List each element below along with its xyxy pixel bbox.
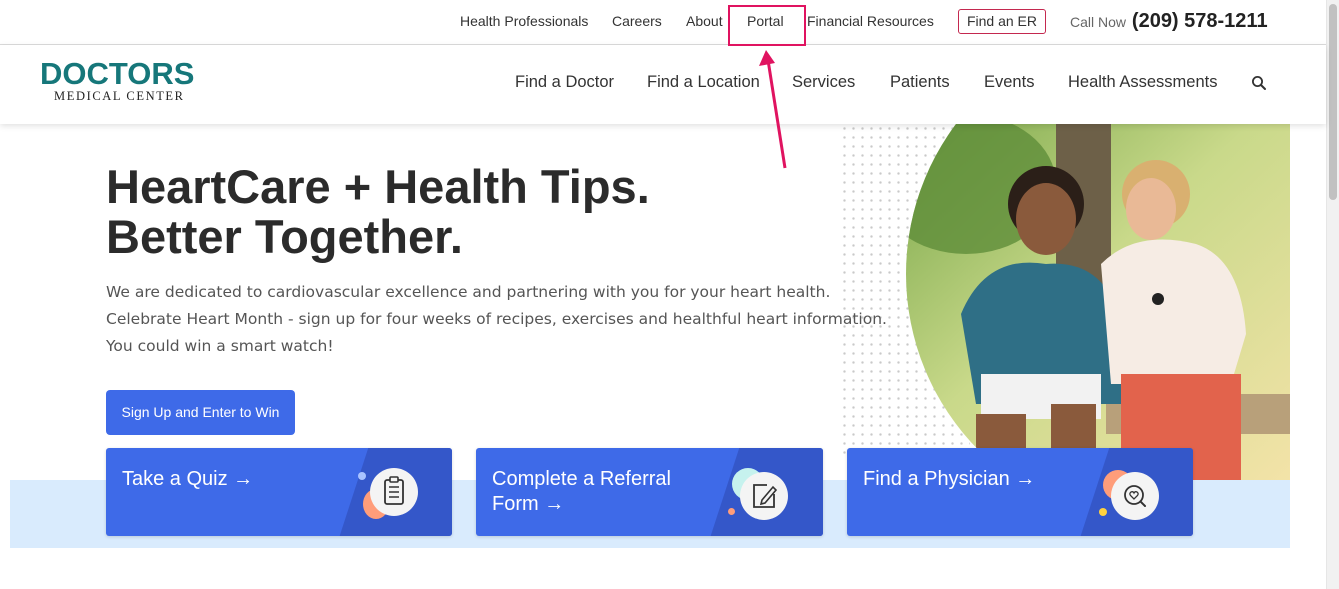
card-referral-label: Complete a Referral Form → <box>492 467 671 517</box>
link-about[interactable]: About <box>686 13 723 29</box>
call-now[interactable]: Call Now (209) 578-1211 <box>1070 10 1268 33</box>
annotation-highlight-box <box>728 5 806 46</box>
main-header: DOCTORS MEDICAL CENTER Find a Doctor Fin… <box>0 45 1326 124</box>
edit-form-icon <box>740 472 788 520</box>
link-careers[interactable]: Careers <box>612 13 662 29</box>
page-scrollbar[interactable] <box>1326 0 1339 589</box>
logo[interactable]: DOCTORS MEDICAL CENTER <box>40 56 195 103</box>
utility-bar: Health Professionals Careers About Porta… <box>0 0 1326 45</box>
hero-title-line1: HeartCare + Health Tips. <box>106 160 650 213</box>
nav-services[interactable]: Services <box>792 73 855 92</box>
search-icon[interactable] <box>1251 75 1267 91</box>
card-referral-form[interactable]: Complete a Referral Form → <box>476 448 823 536</box>
page: Health Professionals Careers About Porta… <box>0 0 1339 589</box>
clipboard-icon <box>370 468 418 516</box>
decor-dot <box>728 508 735 515</box>
call-now-label: Call Now <box>1070 14 1127 30</box>
card-find-physician[interactable]: Find a Physician → <box>847 448 1193 536</box>
hero-section: HeartCare + Health Tips. Better Together… <box>10 124 1290 589</box>
card-take-quiz[interactable]: Take a Quiz → <box>106 448 452 536</box>
heart-search-icon <box>1111 472 1159 520</box>
nav-events[interactable]: Events <box>984 73 1034 92</box>
hero-description: We are dedicated to cardiovascular excel… <box>106 279 906 360</box>
hero-title: HeartCare + Health Tips. Better Together… <box>106 162 650 262</box>
hero-photo <box>906 124 1290 480</box>
card-referral-label-line1: Complete a Referral <box>492 468 671 490</box>
nav-patients[interactable]: Patients <box>890 73 950 92</box>
decor-dot <box>1099 508 1107 516</box>
nav-health-assessments[interactable]: Health Assessments <box>1068 73 1217 92</box>
logo-subtitle: MEDICAL CENTER <box>54 89 185 103</box>
hero-text-line3: You could win a smart watch! <box>106 337 334 355</box>
annotation-arrow-icon <box>759 50 787 169</box>
card-referral-label-line2: Form → <box>492 493 565 515</box>
nav-find-a-doctor[interactable]: Find a Doctor <box>515 73 614 92</box>
hero-title-line2: Better Together. <box>106 210 463 263</box>
logo-wordmark: DOCTORS <box>40 56 195 91</box>
card-find-physician-label: Find a Physician → <box>863 468 1036 490</box>
scrollbar-thumb[interactable] <box>1329 4 1337 200</box>
nav-find-a-location[interactable]: Find a Location <box>647 73 760 92</box>
phone-number[interactable]: (209) 578-1211 <box>1132 10 1268 32</box>
signup-enter-button[interactable]: Sign Up and Enter to Win <box>106 390 295 435</box>
link-financial-resources[interactable]: Financial Resources <box>807 13 934 29</box>
find-er-button[interactable]: Find an ER <box>958 9 1046 34</box>
hero-text-line2: Celebrate Heart Month - sign up for four… <box>106 310 887 328</box>
link-health-professionals[interactable]: Health Professionals <box>460 13 588 29</box>
decor-dot <box>358 472 366 480</box>
hero-text-line1: We are dedicated to cardiovascular excel… <box>106 283 831 301</box>
card-take-quiz-label: Take a Quiz → <box>122 468 254 490</box>
